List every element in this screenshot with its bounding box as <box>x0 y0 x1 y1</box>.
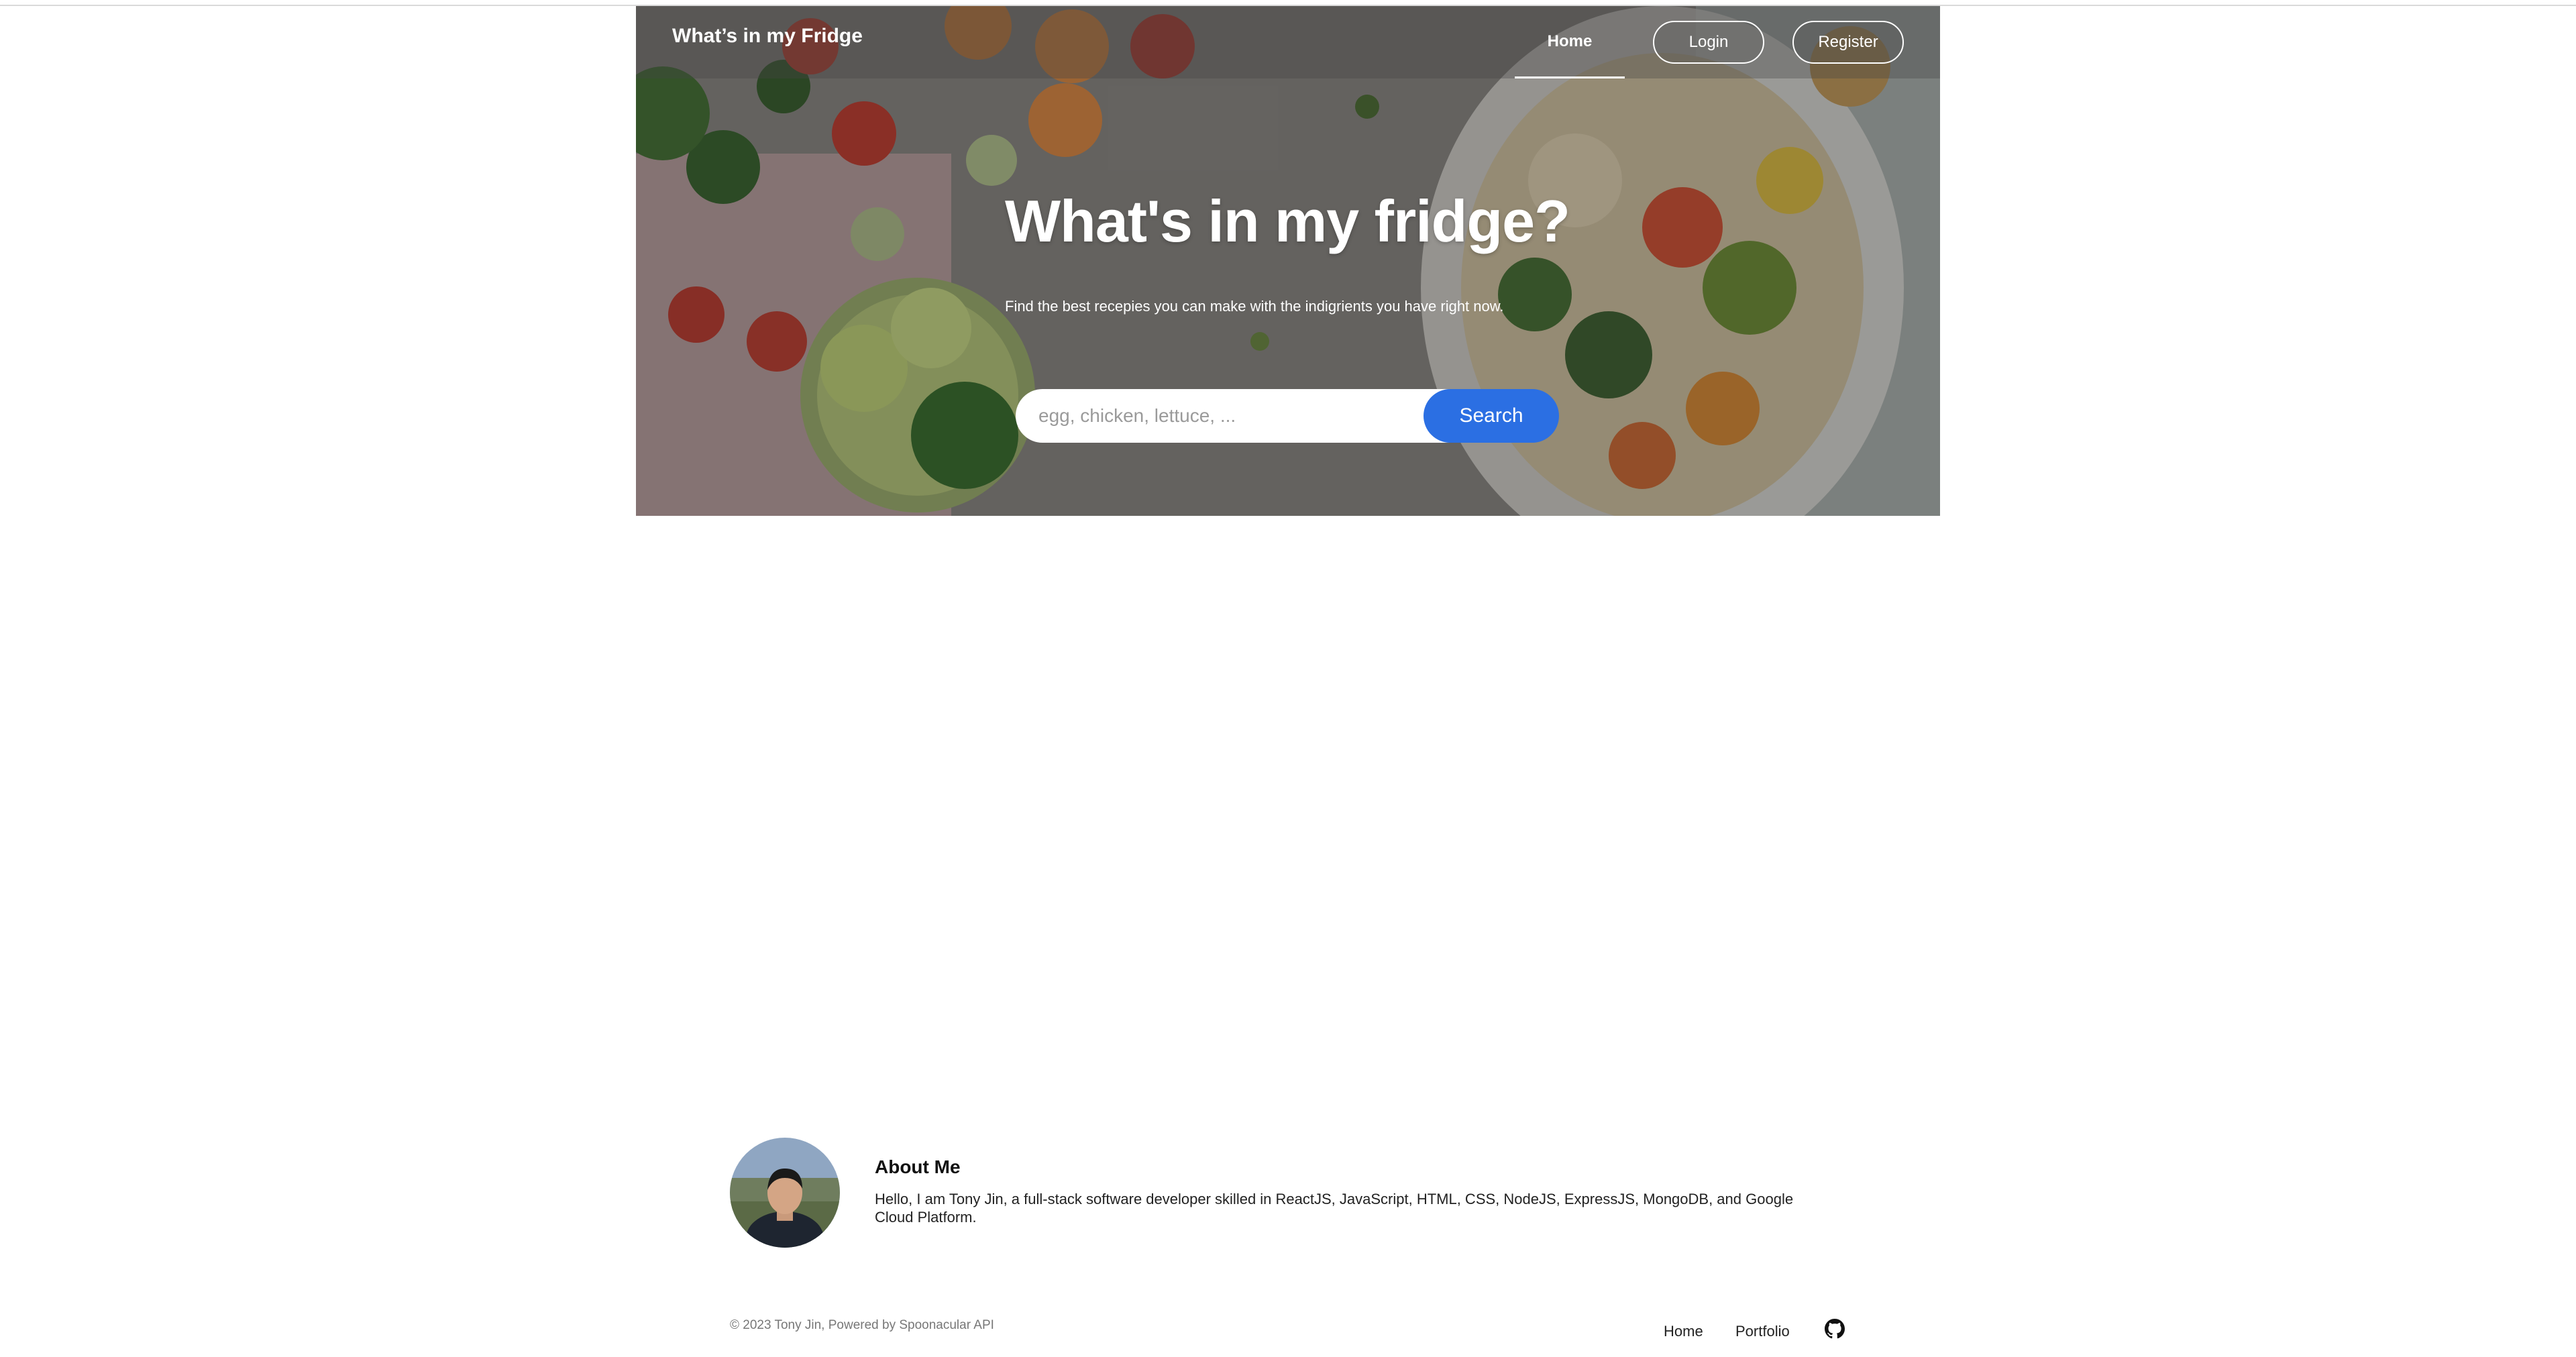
ingredient-search-form: Search <box>1016 389 1559 443</box>
hero-title: What's in my fridge? <box>1005 188 1570 254</box>
top-navbar: What’s in my Fridge Home Login Register <box>636 6 1940 78</box>
footer-home-link[interactable]: Home <box>1664 1323 1703 1340</box>
hero-banner: What’s in my Fridge Home Login Register … <box>636 6 1940 516</box>
about-text: Hello, I am Tony Jin, a full-stack softw… <box>875 1191 1794 1226</box>
footer-portfolio-link[interactable]: Portfolio <box>1735 1323 1790 1340</box>
hero-subtitle: Find the best recepies you can make with… <box>1005 298 1504 315</box>
register-button[interactable]: Register <box>1792 21 1904 64</box>
brand-link[interactable]: What’s in my Fridge <box>672 25 863 48</box>
browser-top-edge <box>0 0 2576 6</box>
login-button[interactable]: Login <box>1653 21 1764 64</box>
search-button[interactable]: Search <box>1424 389 1559 443</box>
ingredient-search-input[interactable] <box>1016 389 1452 443</box>
avatar <box>730 1138 840 1248</box>
github-icon[interactable] <box>1825 1319 1845 1339</box>
about-me-section: About Me Hello, I am Tony Jin, a full-st… <box>730 1138 1857 1248</box>
about-title: About Me <box>875 1156 961 1177</box>
footer-copyright: © 2023 Tony Jin, Powered by Spoonacular … <box>730 1318 994 1332</box>
nav-home-link[interactable]: Home <box>1515 6 1625 78</box>
profile-photo-icon <box>730 1138 840 1248</box>
